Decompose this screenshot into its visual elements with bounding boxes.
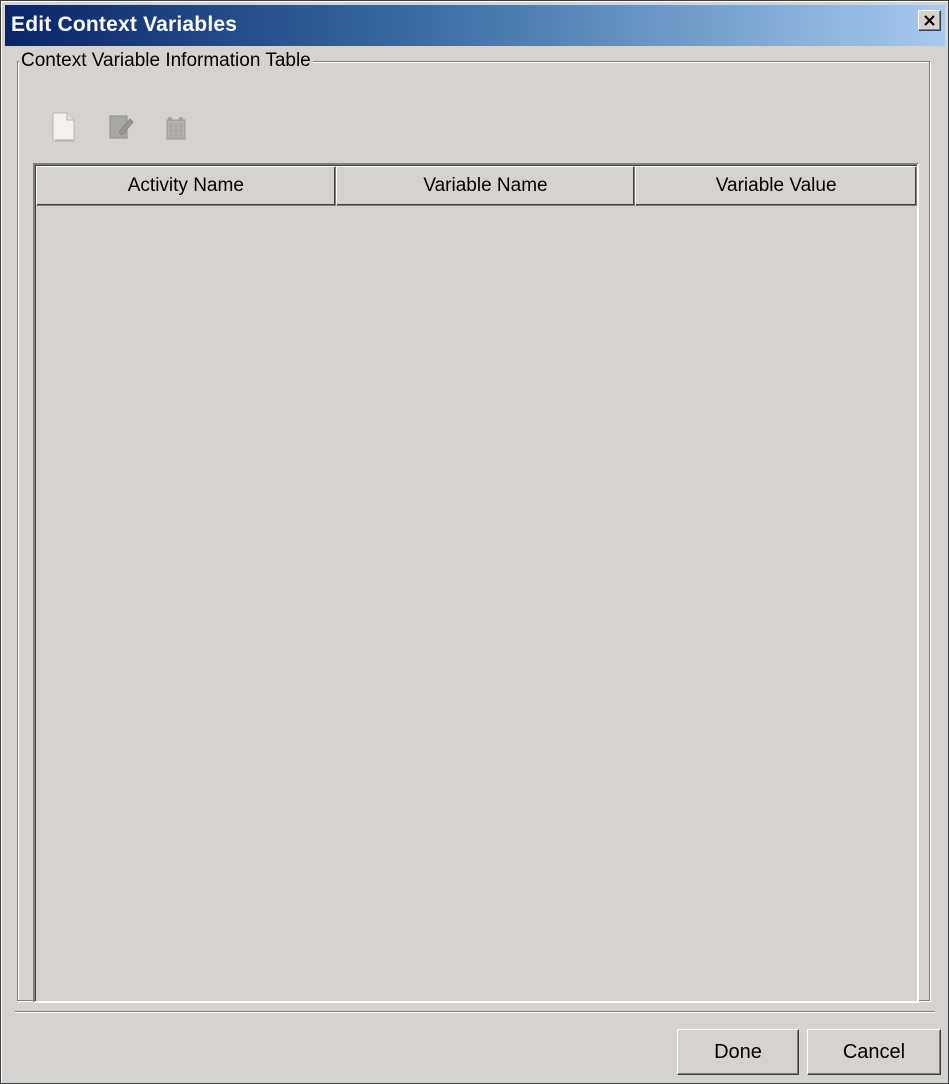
edit-context-variables-dialog: Edit Context Variables Context Variable …	[0, 0, 949, 1084]
close-icon	[924, 15, 935, 26]
new-document-icon	[52, 112, 75, 142]
context-variable-table[interactable]: Activity Name Variable Name Variable Val…	[33, 163, 919, 1003]
delete-variable-button[interactable]	[161, 110, 191, 144]
done-button[interactable]: Done	[677, 1029, 799, 1075]
column-header-variable-name[interactable]: Variable Name	[335, 166, 636, 206]
table-header-row: Activity Name Variable Name Variable Val…	[36, 166, 917, 206]
column-header-variable-value[interactable]: Variable Value	[635, 166, 917, 206]
title-bar[interactable]: Edit Context Variables	[5, 5, 945, 46]
edit-icon	[109, 115, 134, 139]
new-variable-button[interactable]	[49, 110, 79, 144]
edit-variable-button[interactable]	[105, 110, 135, 144]
column-header-activity-name[interactable]: Activity Name	[36, 166, 336, 206]
close-button[interactable]	[918, 10, 941, 31]
footer-divider	[15, 1011, 935, 1013]
window-title: Edit Context Variables	[11, 13, 238, 36]
delete-icon	[166, 117, 186, 140]
cancel-button[interactable]: Cancel	[807, 1029, 941, 1075]
groupbox-legend: Context Variable Information Table	[19, 50, 313, 72]
